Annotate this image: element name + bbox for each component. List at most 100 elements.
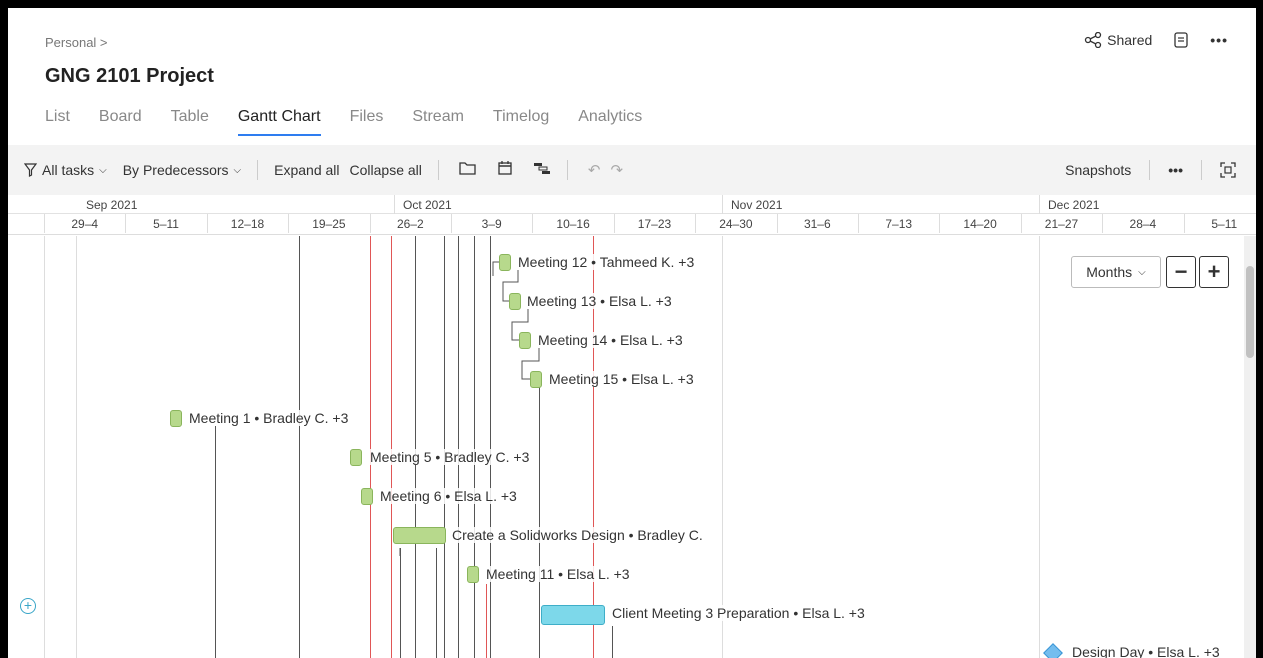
month-divider <box>394 195 395 214</box>
task-bar[interactable] <box>499 254 511 271</box>
task-label[interactable]: Meeting 5 • Bradley C. +3 <box>370 449 530 465</box>
tab-gantt-chart[interactable]: Gantt Chart <box>237 108 321 136</box>
scrollbar-thumb[interactable] <box>1246 266 1254 358</box>
week-label: 3–9 <box>481 217 502 231</box>
tab-timelog[interactable]: Timelog <box>493 108 549 136</box>
week-divider <box>1102 214 1104 233</box>
filter-dropdown[interactable]: All tasks ⌵ <box>24 162 107 178</box>
tab-list[interactable]: List <box>45 108 70 136</box>
tab-board[interactable]: Board <box>99 108 142 136</box>
clipboard-icon[interactable] <box>1174 32 1188 48</box>
folder-link-icon[interactable] <box>459 161 477 180</box>
task-label[interactable]: Create a Solidworks Design • Bradley C. <box>452 527 703 543</box>
chevron-down-icon: ⌵ <box>99 164 107 176</box>
fullscreen-icon[interactable] <box>1220 162 1236 178</box>
filter-icon <box>24 163 37 177</box>
page-title: GNG 2101 Project <box>45 65 214 87</box>
tab-files[interactable]: Files <box>350 108 384 136</box>
more-menu-icon[interactable]: ••• <box>1210 32 1228 48</box>
month-label: Oct 2021 <box>403 198 452 212</box>
week-divider <box>369 214 371 233</box>
task-label[interactable]: Meeting 14 • Elsa L. +3 <box>538 332 683 348</box>
month-label: Dec 2021 <box>1048 198 1100 212</box>
snapshots-button[interactable]: Snapshots <box>1065 162 1131 178</box>
task-bar[interactable] <box>467 566 479 583</box>
week-label: 12–18 <box>230 217 265 231</box>
week-divider <box>1183 214 1185 233</box>
week-label: 5–11 <box>153 217 179 231</box>
week-label: 5–11 <box>1211 217 1238 231</box>
tab-analytics[interactable]: Analytics <box>578 108 642 136</box>
week-label: 26–2 <box>396 217 424 231</box>
share-icon <box>1084 32 1102 48</box>
share-button[interactable]: Shared <box>1084 32 1152 48</box>
filter-label: All tasks <box>42 162 95 178</box>
task-bar[interactable] <box>530 371 542 388</box>
more-options-icon[interactable]: ••• <box>1168 162 1183 178</box>
week-label: 14–20 <box>963 217 997 231</box>
month-divider <box>1039 195 1040 214</box>
gantt-chart-area[interactable]: Meeting 12 • Tahmeed K. +3 Meeting 13 • … <box>8 236 1256 658</box>
week-divider <box>44 214 45 233</box>
week-divider <box>288 214 290 233</box>
calendar-icon[interactable] <box>497 160 513 180</box>
toolbar-divider <box>566 160 568 180</box>
task-label[interactable]: Meeting 15 • Elsa L. +3 <box>549 371 694 387</box>
week-label: 19–25 <box>312 217 346 231</box>
task-bar[interactable] <box>350 449 362 466</box>
group-dropdown[interactable]: By Predecessors ⌵ <box>123 162 241 178</box>
undo-icon[interactable]: ↶ <box>588 161 601 179</box>
app-frame: Personal > GNG 2101 Project Shared ••• L… <box>8 8 1256 658</box>
week-divider <box>532 214 534 233</box>
week-divider <box>451 214 452 233</box>
expand-all-button[interactable]: Expand all <box>274 162 339 178</box>
month-row: Sep 2021 Oct 2021 Nov 2021 Dec 2021 <box>8 195 1256 214</box>
task-bar[interactable] <box>541 605 605 625</box>
tab-bar: List Board Table Gantt Chart Files Strea… <box>45 108 671 136</box>
chevron-down-icon: ⌵ <box>1138 266 1146 278</box>
critical-path-icon[interactable] <box>533 161 551 179</box>
task-bar[interactable] <box>361 488 373 505</box>
chevron-down-icon: ⌵ <box>233 164 242 176</box>
week-label: 29–4 <box>71 217 99 231</box>
month-label: Sep 2021 <box>86 198 138 212</box>
week-label: 10–16 <box>556 217 590 231</box>
breadcrumb[interactable]: Personal > <box>45 35 108 50</box>
week-label: 21–27 <box>1044 217 1079 231</box>
tab-stream[interactable]: Stream <box>412 108 464 136</box>
week-divider <box>1020 214 1022 233</box>
week-divider <box>695 214 697 233</box>
tab-table[interactable]: Table <box>171 108 209 136</box>
week-label: 17–23 <box>637 217 672 231</box>
toolbar-divider <box>1149 160 1151 180</box>
week-label: 24–30 <box>719 217 753 231</box>
week-divider <box>613 214 615 233</box>
collapse-all-button[interactable]: Collapse all <box>350 162 422 178</box>
month-label: Nov 2021 <box>731 198 783 212</box>
week-divider <box>939 214 941 233</box>
add-task-icon[interactable]: + <box>20 598 36 614</box>
task-label[interactable]: Meeting 6 • Elsa L. +3 <box>380 488 517 504</box>
shared-label: Shared <box>1107 32 1153 48</box>
task-bar[interactable] <box>170 410 182 427</box>
task-label[interactable]: Meeting 11 • Elsa L. +3 <box>486 566 630 582</box>
task-bar[interactable] <box>509 293 521 310</box>
task-label[interactable]: Meeting 12 • Tahmeed K. +3 <box>518 254 695 270</box>
task-label[interactable]: Meeting 13 • Elsa L. +3 <box>527 293 672 309</box>
task-label[interactable]: Meeting 1 • Bradley C. +3 <box>189 410 349 426</box>
task-label[interactable]: Design Day • Elsa L. +3 <box>1072 644 1220 658</box>
week-label: 31–6 <box>803 217 831 231</box>
zoom-select[interactable]: Months ⌵ <box>1071 256 1161 288</box>
timeline-header: Sep 2021 Oct 2021 Nov 2021 Dec 2021 29–4… <box>8 195 1256 235</box>
zoom-in-button[interactable]: + <box>1199 256 1229 288</box>
task-label[interactable]: Client Meeting 3 Preparation • Elsa L. +… <box>612 605 865 621</box>
gantt-toolbar: All tasks ⌵ By Predecessors ⌵ Expand all… <box>8 145 1256 195</box>
zoom-out-button[interactable]: − <box>1166 256 1196 288</box>
group-label: By Predecessors <box>122 162 229 178</box>
task-bar[interactable] <box>519 332 531 349</box>
month-divider <box>722 195 723 214</box>
week-label: 7–13 <box>885 217 913 231</box>
header-actions: Shared ••• <box>1084 32 1228 48</box>
redo-icon[interactable]: ↷ <box>610 161 623 179</box>
task-bar[interactable] <box>393 527 446 544</box>
